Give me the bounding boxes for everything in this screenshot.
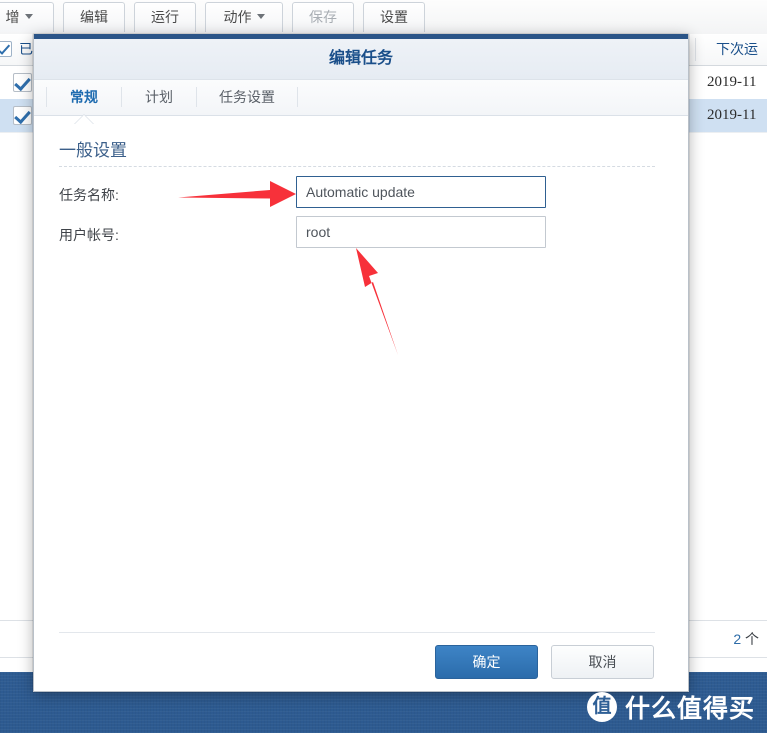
tab-divider bbox=[46, 87, 47, 107]
toolbar-button-run-label: 运行 bbox=[151, 9, 179, 25]
row-next-run-value: 2019-11 bbox=[707, 107, 757, 123]
toolbar-button-save: 保存 bbox=[292, 2, 354, 32]
confirm-button[interactable]: 确定 bbox=[435, 645, 538, 679]
column-divider bbox=[695, 38, 696, 61]
row-next-run-value: 2019-11 bbox=[707, 74, 757, 90]
toolbar: 增 编辑 运行 动作 保存 设置 bbox=[0, 0, 767, 35]
tab-general[interactable]: 常规 bbox=[54, 80, 114, 114]
toolbar-button-add-label: 增 bbox=[5, 9, 20, 25]
chevron-down-icon bbox=[24, 14, 33, 19]
edit-task-dialog: 编辑任务 常规 计划 任务设置 一般设置 任务名称: 用户帐号: root 确定… bbox=[33, 34, 689, 692]
row-checkbox[interactable] bbox=[13, 73, 32, 92]
toolbar-button-edit[interactable]: 编辑 bbox=[63, 2, 125, 32]
section-divider bbox=[59, 166, 655, 167]
tab-divider bbox=[297, 87, 298, 107]
task-name-input[interactable] bbox=[296, 176, 546, 208]
section-heading-general: 一般设置 bbox=[59, 141, 127, 160]
row-count-unit: 个 bbox=[745, 631, 759, 647]
active-tab-pointer bbox=[75, 115, 93, 124]
toolbar-button-edit-label: 编辑 bbox=[80, 9, 108, 25]
user-account-select[interactable]: root bbox=[296, 216, 546, 248]
tab-task-settings[interactable]: 任务设置 bbox=[204, 80, 290, 114]
toolbar-button-save-label: 保存 bbox=[309, 9, 337, 25]
toolbar-button-run[interactable]: 运行 bbox=[134, 2, 196, 32]
toolbar-button-settings-label: 设置 bbox=[380, 9, 408, 25]
watermark-text: 什么值得买 bbox=[624, 695, 755, 723]
user-account-label: 用户帐号: bbox=[59, 227, 119, 243]
toolbar-button-settings[interactable]: 设置 bbox=[363, 2, 425, 32]
row-count-number: 2 bbox=[733, 631, 742, 647]
row-count-status: 2 个 bbox=[733, 629, 759, 649]
watermark-logo-icon: 值 bbox=[586, 692, 617, 722]
cancel-button[interactable]: 取消 bbox=[551, 645, 654, 679]
dialog-body: 一般设置 任务名称: 用户帐号: root bbox=[34, 116, 688, 619]
dialog-tab-bar: 常规 计划 任务设置 bbox=[34, 80, 688, 116]
watermark: 值 什么值得买 bbox=[586, 689, 755, 725]
dialog-footer-divider bbox=[59, 632, 655, 633]
task-name-label: 任务名称: bbox=[59, 187, 119, 203]
toolbar-button-action[interactable]: 动作 bbox=[205, 2, 283, 32]
toolbar-button-action-label: 动作 bbox=[223, 9, 252, 25]
user-account-selected-value: root bbox=[306, 224, 331, 240]
tab-divider bbox=[121, 87, 122, 107]
row-checkbox[interactable] bbox=[13, 106, 32, 125]
select-all-checkbox[interactable] bbox=[0, 41, 12, 57]
toolbar-button-add[interactable]: 增 bbox=[0, 2, 54, 32]
tab-schedule[interactable]: 计划 bbox=[129, 80, 189, 114]
tab-divider bbox=[196, 87, 197, 107]
chevron-down-icon bbox=[256, 14, 265, 19]
column-header-next-run[interactable]: 下次运 bbox=[716, 34, 767, 65]
dialog-title: 编辑任务 bbox=[34, 39, 688, 80]
